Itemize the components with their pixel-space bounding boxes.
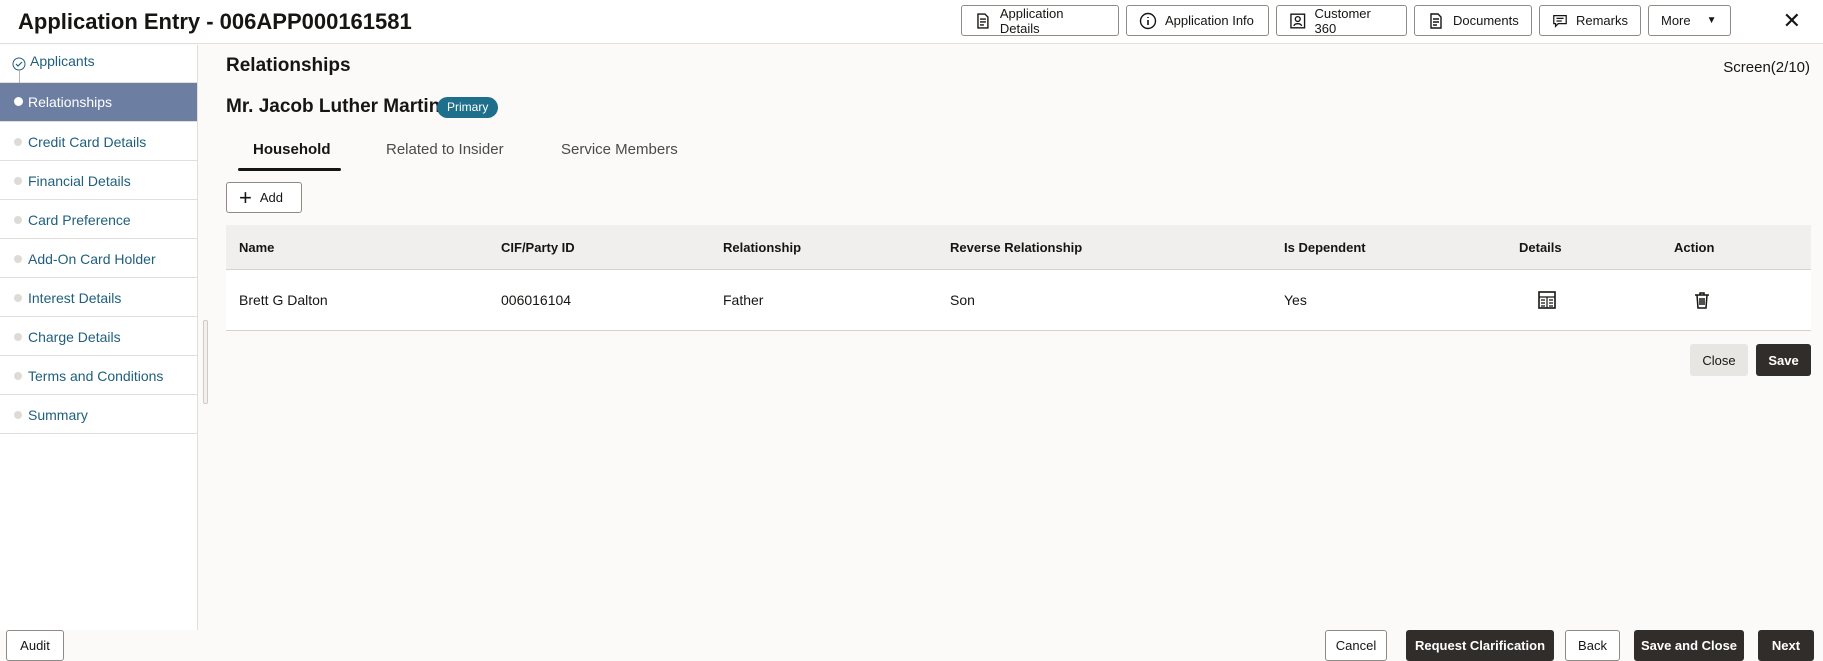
- section-title: Relationships: [226, 55, 351, 76]
- step-indicator-icon: [14, 411, 22, 419]
- next-button[interactable]: Next: [1758, 630, 1814, 661]
- add-label: Add: [259, 190, 283, 205]
- sidebar-item-interest-details[interactable]: Interest Details: [0, 278, 197, 317]
- cell-is-dependent: Yes: [1284, 292, 1307, 308]
- save-and-close-button[interactable]: Save and Close: [1634, 630, 1744, 661]
- sidebar-item-charge-details[interactable]: Charge Details: [0, 317, 197, 356]
- info-icon: [1139, 12, 1157, 29]
- save-button[interactable]: Save: [1756, 344, 1811, 376]
- documents-button[interactable]: Documents: [1414, 5, 1532, 36]
- application-info-button[interactable]: Application Info: [1126, 5, 1269, 36]
- comment-icon: [1553, 14, 1567, 28]
- column-header-details: Details: [1519, 240, 1562, 255]
- user-profile-icon: [1290, 13, 1306, 28]
- audit-button[interactable]: Audit: [6, 630, 64, 661]
- back-button[interactable]: Back: [1565, 630, 1620, 661]
- sidebar-resize-handle[interactable]: [203, 320, 208, 404]
- primary-badge: Primary: [437, 97, 499, 118]
- customer-360-label: Customer 360: [1314, 5, 1371, 36]
- step-indicator-icon: [14, 138, 22, 146]
- details-view-icon[interactable]: [1537, 290, 1557, 310]
- step-indicator-icon: [14, 372, 22, 380]
- page-title: Application Entry - 006APP000161581: [18, 9, 412, 34]
- customer-360-button[interactable]: Customer 360: [1276, 5, 1407, 36]
- step-indicator-icon: [14, 333, 22, 341]
- application-details-label: Application Details: [999, 5, 1064, 36]
- sidebar-item-financial-details[interactable]: Financial Details: [0, 161, 197, 200]
- step-indicator-icon: [14, 216, 22, 224]
- relationships-table: Name CIF/Party ID Relationship Reverse R…: [226, 225, 1811, 331]
- tab-related-to-insider[interactable]: Related to Insider: [386, 141, 504, 158]
- documents-icon: [1430, 12, 1442, 29]
- table-row: Brett G Dalton 006016104 Father Son Yes: [226, 270, 1811, 331]
- delete-icon[interactable]: [1692, 290, 1712, 310]
- close-icon[interactable]: ✕: [1783, 8, 1801, 34]
- active-tab-indicator: [238, 168, 341, 171]
- more-label: More: [1661, 13, 1691, 28]
- sidebar-item-card-preference[interactable]: Card Preference: [0, 200, 197, 239]
- cell-name: Brett G Dalton: [239, 292, 328, 308]
- remarks-button[interactable]: Remarks: [1539, 5, 1641, 36]
- column-header-relationship: Relationship: [723, 240, 802, 255]
- sidebar-item-add-on-card-holder[interactable]: Add-On Card Holder: [0, 239, 197, 278]
- column-header-is-dependent: Is Dependent: [1284, 240, 1366, 255]
- column-header-reverse-relationship: Reverse Relationship: [950, 240, 1083, 255]
- close-button[interactable]: Close: [1690, 344, 1748, 376]
- sidebar-item-terms-and-conditions[interactable]: Terms and Conditions: [0, 356, 197, 395]
- step-indicator-icon: [14, 294, 22, 302]
- document-icon: [977, 12, 989, 29]
- sidebar-item-label: Card Preference: [28, 212, 131, 228]
- documents-label: Documents: [1453, 13, 1519, 28]
- cell-relationship: Father: [723, 292, 764, 308]
- application-info-label: Application Info: [1165, 13, 1254, 28]
- applicant-name: Mr. Jacob Luther Martin: [226, 96, 441, 117]
- sidebar-item-relationships[interactable]: Relationships: [0, 83, 197, 122]
- sidebar-item-label: Interest Details: [28, 290, 122, 306]
- screen-counter: Screen(2/10): [1723, 59, 1810, 76]
- tab-service-members[interactable]: Service Members: [561, 141, 678, 158]
- check-circle-icon: [12, 57, 26, 71]
- sidebar-item-label: Terms and Conditions: [28, 368, 164, 384]
- sidebar-nav: Applicants Relationships Credit Card Det…: [0, 45, 198, 630]
- add-relationship-button[interactable]: + Add: [226, 182, 302, 213]
- table-header: Name CIF/Party ID Relationship Reverse R…: [226, 225, 1811, 270]
- remarks-label: Remarks: [1575, 13, 1628, 28]
- application-details-button[interactable]: Application Details: [961, 5, 1119, 36]
- column-header-cif: CIF/Party ID: [501, 240, 575, 255]
- sidebar-item-applicants[interactable]: Applicants: [0, 45, 197, 85]
- column-header-name: Name: [239, 240, 275, 255]
- sidebar-item-credit-card-details[interactable]: Credit Card Details: [0, 122, 197, 161]
- sidebar-item-label: Relationships: [28, 94, 113, 110]
- sidebar-item-summary[interactable]: Summary: [0, 395, 197, 434]
- cancel-button[interactable]: Cancel: [1325, 630, 1387, 661]
- sidebar-item-label: Summary: [28, 407, 88, 423]
- column-header-action: Action: [1674, 240, 1715, 255]
- more-menu-button[interactable]: More ▼: [1648, 5, 1731, 36]
- app-header: Application Entry - 006APP000161581 Appl…: [0, 0, 1823, 44]
- sidebar-item-label: Charge Details: [28, 329, 121, 345]
- tab-household[interactable]: Household: [253, 141, 331, 158]
- request-clarification-button[interactable]: Request Clarification: [1406, 630, 1554, 661]
- chevron-down-icon: ▼: [1706, 15, 1717, 26]
- cell-reverse-relationship: Son: [950, 292, 975, 308]
- footer-actions: Audit Cancel Request Clarification Back …: [0, 630, 1823, 661]
- sidebar-item-label: Financial Details: [28, 173, 131, 189]
- main-content: Relationships Screen(2/10) Mr. Jacob Lut…: [209, 45, 1823, 630]
- cell-cif: 006016104: [501, 292, 572, 308]
- sidebar-item-label: Applicants: [30, 53, 95, 69]
- sidebar-item-label: Credit Card Details: [28, 134, 147, 150]
- step-indicator-icon: [14, 97, 23, 106]
- step-indicator-icon: [14, 177, 22, 185]
- step-indicator-icon: [14, 255, 22, 263]
- plus-icon: +: [239, 184, 252, 210]
- sidebar-item-label: Add-On Card Holder: [28, 251, 156, 267]
